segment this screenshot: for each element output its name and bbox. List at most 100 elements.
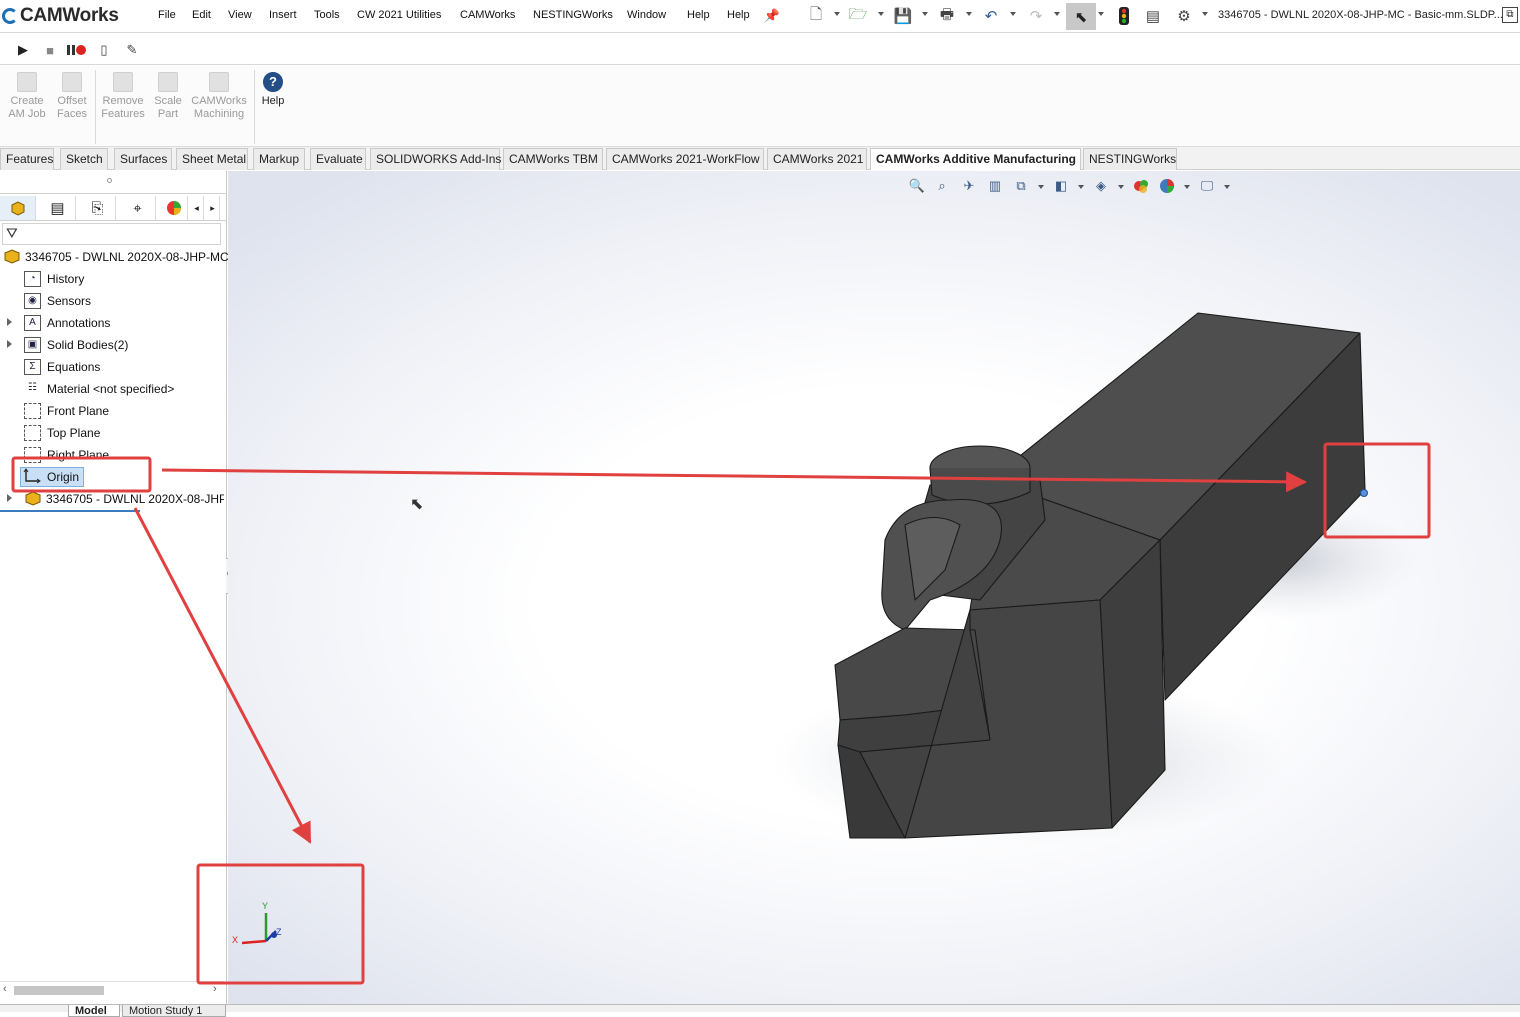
command-manager: Create AM Job Offset Faces Remove Featur…	[0, 66, 1520, 147]
tab-features[interactable]: Features	[0, 148, 54, 170]
tab-surfaces[interactable]: Surfaces	[114, 148, 172, 170]
tree-item-solid-bodies[interactable]: ▣ Solid Bodies(2)	[24, 335, 128, 355]
tab-scroll-left-icon[interactable]: ◂	[190, 196, 204, 220]
menu-nestingworks[interactable]: NESTINGWorks	[533, 9, 613, 21]
tab-camworks-additive-manufacturing[interactable]: CAMWorks Additive Manufacturing	[870, 148, 1081, 170]
menu-help-2[interactable]: Help	[727, 9, 750, 21]
save-icon[interactable]: 💾	[893, 6, 913, 26]
tree-item-equations[interactable]: Σ Equations	[24, 357, 100, 377]
part-icon	[3, 248, 21, 267]
print-dropdown-icon[interactable]	[966, 12, 972, 16]
options-dropdown-icon[interactable]	[1202, 12, 1208, 16]
tree-filter[interactable]: ⛛	[2, 223, 221, 245]
origin-point[interactable]	[1360, 489, 1368, 497]
menu-insert[interactable]: Insert	[269, 9, 297, 21]
tab-camworks-tbm[interactable]: CAMWorks TBM	[503, 148, 603, 170]
tree-item-front-plane[interactable]: Front Plane	[24, 401, 109, 421]
tree-item-sensors[interactable]: ◉ Sensors	[24, 291, 91, 311]
menu-tools[interactable]: Tools	[314, 9, 340, 21]
create-am-job-icon	[17, 72, 37, 92]
menu-edit[interactable]: Edit	[192, 9, 211, 21]
menu-camworks[interactable]: CAMWorks	[460, 9, 515, 21]
print-icon[interactable]: 🖶	[937, 6, 957, 26]
scale-part-button[interactable]: Scale Part	[151, 72, 185, 121]
macro-toolbar: ▶ ■ ▯ ✎	[0, 34, 1520, 65]
offset-faces-button[interactable]: Offset Faces	[52, 72, 92, 121]
tree-item-right-plane[interactable]: Right Plane	[24, 445, 109, 465]
open-icon[interactable]: 🗁	[848, 6, 868, 26]
menu-view[interactable]: View	[228, 9, 252, 21]
help-icon: ?	[263, 72, 283, 92]
open-dropdown-icon[interactable]	[878, 12, 884, 16]
window-restore-icon[interactable]: ⧉	[1502, 7, 1518, 23]
tab-evaluate[interactable]: Evaluate	[310, 148, 366, 170]
save-dropdown-icon[interactable]	[922, 12, 928, 16]
tree-item-history[interactable]: ◔ History	[24, 269, 84, 289]
tree-item-part-body[interactable]: 3346705 - DWLNL 2020X-08-JHP-I	[24, 489, 224, 509]
menu-bar: CAMWorks File Edit View Insert Tools CW …	[0, 0, 1520, 33]
panel-grip[interactable]	[107, 178, 112, 183]
pause-record-icon[interactable]	[66, 40, 86, 60]
dimxpert-tab-icon[interactable]: ⌖	[120, 196, 156, 220]
options-gear-icon[interactable]: ⚙	[1174, 6, 1194, 26]
new-document-icon[interactable]: 🗋	[806, 6, 826, 26]
tree-root-part[interactable]: 3346705 - DWLNL 2020X-08-JHP-MC -	[3, 247, 236, 267]
menu-window[interactable]: Window	[627, 9, 666, 21]
triad-y-label: Y	[262, 901, 269, 911]
tab-markup[interactable]: Markup	[253, 148, 305, 170]
manager-tabs: ▤ ⎘ ⌖ ◂ ▸	[0, 193, 227, 221]
tab-solidworks-addins[interactable]: SOLIDWORKS Add-Ins	[370, 148, 501, 170]
tree-item-origin[interactable]: Origin	[20, 467, 85, 487]
menu-cw-utilities[interactable]: CW 2021 Utilities	[357, 9, 441, 21]
undo-dropdown-icon[interactable]	[1010, 12, 1016, 16]
filter-funnel-icon[interactable]: ⛛	[6, 225, 18, 242]
select-dropdown-icon[interactable]	[1098, 12, 1104, 16]
redo-dropdown-icon[interactable]	[1054, 12, 1060, 16]
play-icon[interactable]: ▶	[13, 40, 33, 60]
expand-annotations-icon[interactable]	[7, 318, 12, 326]
tab-nestingworks[interactable]: NESTINGWorks	[1083, 148, 1177, 170]
create-am-job-button[interactable]: Create AM Job	[6, 72, 48, 121]
stop-icon[interactable]: ■	[40, 40, 60, 60]
scroll-thumb[interactable]	[14, 986, 104, 995]
tab-camworks-2021[interactable]: CAMWorks 2021	[767, 148, 867, 170]
graphics-area[interactable]: 🔍 ⌕ ✈ ▥ ⧉ ◧ ◈ 🖵 Y X Z ⬉	[228, 171, 1520, 1004]
tab-scroll-right-icon[interactable]: ▸	[206, 196, 220, 220]
rebuild-traffic-light-icon[interactable]	[1114, 6, 1134, 26]
material-icon: ☷	[24, 381, 41, 397]
menu-file[interactable]: File	[158, 9, 176, 21]
macro-edit-icon[interactable]: ✎	[122, 40, 142, 60]
rollback-bar[interactable]	[0, 510, 140, 512]
tab-sheet-metal[interactable]: Sheet Metal	[176, 148, 248, 170]
macro-new-icon[interactable]: ▯	[94, 40, 114, 60]
tab-motion-study-1[interactable]: Motion Study 1	[122, 1005, 226, 1017]
expand-body-icon[interactable]	[7, 494, 12, 502]
new-dropdown-icon[interactable]	[834, 12, 840, 16]
tree-item-annotations[interactable]: A Annotations	[24, 313, 110, 333]
expand-solid-bodies-icon[interactable]	[7, 340, 12, 348]
tree-item-top-plane[interactable]: Top Plane	[24, 423, 100, 443]
tab-camworks-workflow[interactable]: CAMWorks 2021-WorkFlow	[606, 148, 764, 170]
file-properties-icon[interactable]: ▤	[1143, 6, 1163, 26]
undo-icon[interactable]: ↶	[981, 6, 1001, 26]
scroll-right-icon[interactable]: ›	[213, 983, 217, 995]
pin-icon[interactable]: 📌	[762, 6, 782, 26]
redo-icon[interactable]: ↷	[1026, 6, 1046, 26]
feature-manager-tab-icon[interactable]	[0, 196, 36, 220]
tab-model[interactable]: Model	[68, 1005, 120, 1017]
select-arrow-icon[interactable]: ⬉	[1066, 3, 1096, 30]
menu-help[interactable]: Help	[687, 9, 710, 21]
panel-horizontal-scrollbar[interactable]: ‹ ›	[0, 981, 224, 997]
camworks-machining-button[interactable]: CAMWorks Machining	[189, 72, 249, 121]
configuration-manager-tab-icon[interactable]: ⎘	[80, 196, 116, 220]
property-manager-tab-icon[interactable]: ▤	[40, 196, 76, 220]
tab-sketch[interactable]: Sketch	[60, 148, 108, 170]
help-button[interactable]: ? Help	[258, 72, 288, 108]
plane-icon	[24, 425, 41, 441]
remove-features-button[interactable]: Remove Features	[100, 72, 146, 121]
display-manager-tab-icon[interactable]	[160, 196, 188, 220]
tree-item-material[interactable]: ☷ Material <not specified>	[24, 379, 174, 399]
scroll-left-icon[interactable]: ‹	[3, 983, 7, 995]
history-icon: ◔	[24, 271, 41, 287]
part-model[interactable]	[228, 171, 1520, 1004]
